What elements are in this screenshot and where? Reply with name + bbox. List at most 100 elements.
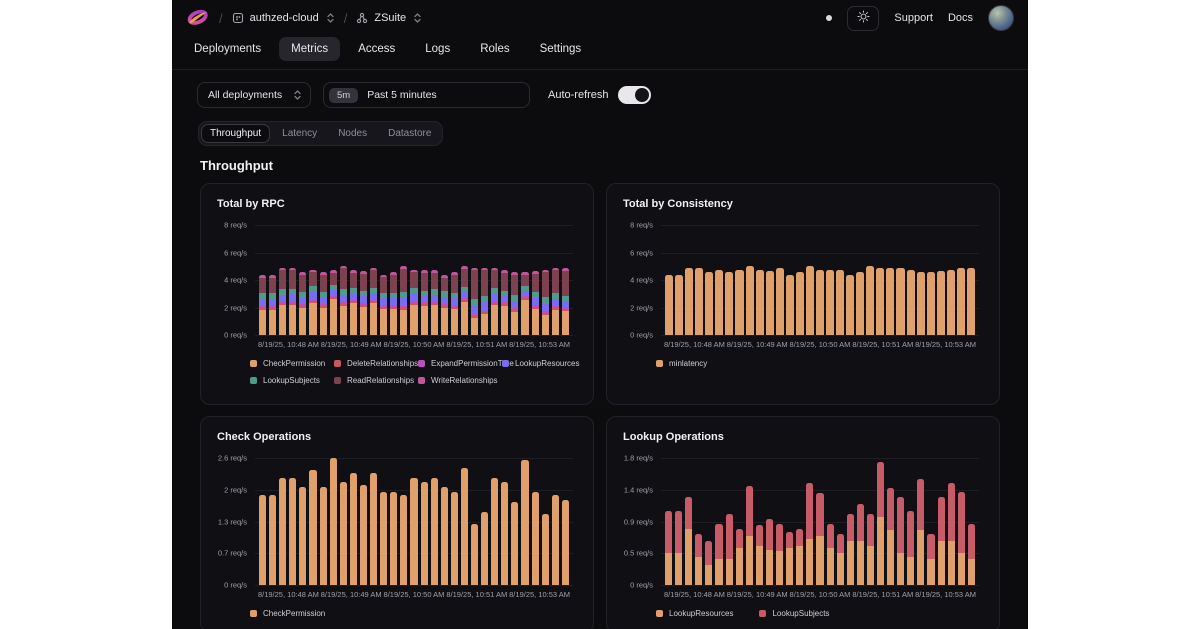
legend-item-DeleteRelationships[interactable]: DeleteRelationships <box>334 359 418 368</box>
bar[interactable] <box>917 272 925 335</box>
nav-tab-access[interactable]: Access <box>346 37 407 61</box>
bar[interactable] <box>786 532 793 585</box>
bar[interactable] <box>806 266 814 335</box>
bar[interactable] <box>471 524 478 585</box>
bar[interactable] <box>816 270 824 335</box>
authzed-logo[interactable] <box>186 6 210 30</box>
legend-item-ExpandPermissionTree[interactable]: ExpandPermissionTree <box>418 359 502 368</box>
bar[interactable] <box>259 275 266 335</box>
bar[interactable] <box>269 275 276 335</box>
legend-item-ReadRelationships[interactable]: ReadRelationships <box>334 376 418 385</box>
user-avatar[interactable] <box>988 5 1014 31</box>
bar[interactable] <box>360 271 367 335</box>
bar[interactable] <box>400 495 407 585</box>
bar[interactable] <box>927 534 934 585</box>
legend-item-WriteRelationships[interactable]: WriteRelationships <box>418 376 502 385</box>
bar[interactable] <box>299 487 306 585</box>
bar[interactable] <box>451 272 458 335</box>
bar[interactable] <box>796 272 804 335</box>
legend-item-CheckPermission[interactable]: CheckPermission <box>250 609 325 618</box>
bar[interactable] <box>562 268 569 335</box>
bar[interactable] <box>947 270 955 335</box>
bar[interactable] <box>867 514 874 585</box>
bar[interactable] <box>390 492 397 585</box>
bar[interactable] <box>837 534 844 585</box>
bar[interactable] <box>756 525 763 585</box>
bar[interactable] <box>491 268 498 335</box>
bar[interactable] <box>410 478 417 585</box>
bar[interactable] <box>330 458 337 585</box>
bar[interactable] <box>441 487 448 585</box>
bar[interactable] <box>756 270 764 335</box>
metric-tab-latency[interactable]: Latency <box>273 124 326 143</box>
legend-item-minlatency[interactable]: minlatency <box>656 359 707 368</box>
bar[interactable] <box>340 482 347 585</box>
bar[interactable] <box>695 268 703 335</box>
bar[interactable] <box>491 478 498 585</box>
theme-toggle-button[interactable] <box>847 6 879 31</box>
bar[interactable] <box>726 514 733 585</box>
bar[interactable] <box>320 487 327 585</box>
bar[interactable] <box>299 272 306 335</box>
bar[interactable] <box>289 268 296 335</box>
bar[interactable] <box>736 529 743 585</box>
bar[interactable] <box>511 502 518 585</box>
bar[interactable] <box>481 268 488 335</box>
bar[interactable] <box>776 268 784 335</box>
bar[interactable] <box>917 479 924 585</box>
bar[interactable] <box>289 478 296 585</box>
bar[interactable] <box>675 511 682 585</box>
bar[interactable] <box>400 266 407 335</box>
bar[interactable] <box>766 271 774 335</box>
nav-tab-metrics[interactable]: Metrics <box>279 37 340 61</box>
bar[interactable] <box>907 270 915 335</box>
bar[interactable] <box>532 492 539 585</box>
bar[interactable] <box>938 497 945 585</box>
bar[interactable] <box>562 500 569 585</box>
bar[interactable] <box>380 275 387 335</box>
bar[interactable] <box>421 482 428 585</box>
bar[interactable] <box>521 272 528 335</box>
bar[interactable] <box>279 478 286 585</box>
nav-tab-deployments[interactable]: Deployments <box>182 37 273 61</box>
bar[interactable] <box>766 519 773 585</box>
bar[interactable] <box>735 270 743 335</box>
bar[interactable] <box>552 268 559 335</box>
bar[interactable] <box>350 473 357 585</box>
bar[interactable] <box>511 272 518 335</box>
bar[interactable] <box>796 529 803 585</box>
metric-tab-datastore[interactable]: Datastore <box>379 124 440 143</box>
bar[interactable] <box>806 483 813 585</box>
bar[interactable] <box>441 275 448 335</box>
bar[interactable] <box>856 272 864 335</box>
bar[interactable] <box>451 492 458 585</box>
bar[interactable] <box>320 272 327 335</box>
bar[interactable] <box>816 493 823 585</box>
nav-tab-roles[interactable]: Roles <box>468 37 521 61</box>
bar[interactable] <box>461 266 468 335</box>
bar[interactable] <box>431 478 438 585</box>
bar[interactable] <box>746 266 754 335</box>
bar[interactable] <box>279 268 286 335</box>
bar[interactable] <box>715 524 722 585</box>
bar[interactable] <box>665 275 673 335</box>
docs-link[interactable]: Docs <box>948 12 973 24</box>
bar[interactable] <box>259 495 266 585</box>
org-switcher[interactable]: authzed-cloud <box>232 12 335 24</box>
bar[interactable] <box>340 266 347 335</box>
bar[interactable] <box>532 271 539 335</box>
bar[interactable] <box>907 511 914 585</box>
bar[interactable] <box>542 270 549 335</box>
bar[interactable] <box>542 514 549 585</box>
bar[interactable] <box>330 270 337 335</box>
bar[interactable] <box>309 470 316 585</box>
bar[interactable] <box>937 271 945 335</box>
bar[interactable] <box>552 495 559 585</box>
bar[interactable] <box>501 482 508 585</box>
bar[interactable] <box>705 272 713 335</box>
bar[interactable] <box>836 270 844 335</box>
bar[interactable] <box>886 268 894 335</box>
bar[interactable] <box>846 275 854 335</box>
bar[interactable] <box>877 462 884 585</box>
bar[interactable] <box>370 268 377 335</box>
